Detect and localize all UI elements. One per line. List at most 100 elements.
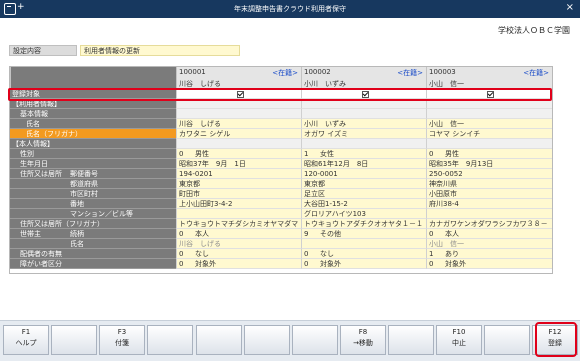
fkey-f10[interactable]: F10 中止 [436,325,482,355]
row-label: 世帯主 [20,230,41,238]
cell-value: 川谷 しげる [179,120,221,128]
grid-cell[interactable]: グロリアハイツ103 [301,209,426,219]
grid-cell[interactable]: コヤマ シンイチ [426,129,552,139]
employee-column-header: 100002 <在籍> 小川 いずみ [301,67,426,89]
fkey-blank[interactable] [388,325,434,355]
grid-cell[interactable]: 小川 いずみ [301,119,426,129]
fkey-number: F8 [358,328,368,336]
grid-cell[interactable]: 東京都 [301,179,426,189]
grid-cell[interactable]: 昭和35年 9月13日 [426,159,552,169]
employee-column-header: 100001 <在籍> 川谷 しげる [176,67,301,89]
fkey-label: →移動 [353,339,373,347]
cell-value: 大谷田1-15-2 [304,200,348,208]
fkey-blank[interactable] [244,325,290,355]
grid-cell[interactable]: 250-0052 [426,169,552,179]
grid-cell[interactable]: オガワ イズミ [301,129,426,139]
grid-cell[interactable]: 昭和61年12月 8日 [301,159,426,169]
cell-value: 対象外 [445,260,466,268]
grid-cell[interactable]: 0 対象外 [176,259,301,269]
fkey-blank[interactable] [484,325,530,355]
grid-cell[interactable]: 0 本人 [176,229,301,239]
cell-code: 0 [179,230,184,238]
grid-cell[interactable]: 0 男性 [176,149,301,159]
row-label: 続柄 [70,230,84,238]
grid-cell[interactable]: 0 男性 [426,149,552,159]
grid-cell[interactable]: トウキョウトマチダシカミオヤマダマ [176,219,301,229]
grid-cell[interactable]: 9 その他 [301,229,426,239]
grid-cell[interactable]: 小田原市 [426,189,552,199]
cell-value: カナガワケンオダワラシフカワ３８－ [429,220,548,228]
grid-cell[interactable]: 1 女性 [301,149,426,159]
cell-code: 0 [304,260,309,268]
grid-cell[interactable]: 川谷 しげる [176,119,301,129]
cell-value: 上小山田町3-4-2 [179,200,233,208]
row-label: 氏名 [70,240,84,248]
grid-cell[interactable]: 東京都 [176,179,301,189]
cell-value: 対象外 [195,260,216,268]
grid-cell[interactable]: 0 なし [301,249,426,259]
cell-value: 250-0052 [429,170,463,178]
grid-cell[interactable]: 0 対象外 [426,259,552,269]
grid-cell[interactable]: カナガワケンオダワラシフカワ３８－ [426,219,552,229]
cell-value: 120-0001 [304,170,338,178]
grid-row: 住所又は居所（フリガナ） トウキョウトマチダシカミオヤマダマ トウキョウトアダチクオ… [10,219,552,229]
company-name: 学校法人ＯＢＣ学園 [498,26,570,35]
grid-cell[interactable]: カワタニ シゲル [176,129,301,139]
cell-value: 昭和61年12月 8日 [304,160,369,168]
grid-cell[interactable]: 0 対象外 [301,259,426,269]
fkey-blank[interactable] [196,325,242,355]
grid-cell[interactable]: 0 本人 [426,229,552,239]
row-label-area: 住所又は居所（フリガナ） [10,219,176,229]
row-label-area: 都道府県 [10,179,176,189]
grid-cell[interactable] [176,209,301,219]
fkey-f3[interactable]: F3 付箋 [99,325,145,355]
grid-cell[interactable]: 大谷田1-15-2 [301,199,426,209]
grid-row: 生年月日 昭和37年 9月 1日 昭和61年12月 8日 昭和35年 9月13日 [10,159,552,169]
cell-value: 昭和35年 9月13日 [429,160,494,168]
fkey-blank[interactable] [292,325,338,355]
grid-cell [301,139,426,149]
grid-cell[interactable]: 小山 信一 [426,119,552,129]
grid-cell[interactable]: トウキョウトアダチクオオヤタ１－１ [301,219,426,229]
cell-code: 1 [304,150,309,158]
grid-cell[interactable]: 小山 信一 [426,239,552,249]
row-label-area: 【本人情報】 [10,139,176,149]
fkey-f1[interactable]: F1 ヘルプ [3,325,49,355]
fkey-f8[interactable]: F8 →移動 [340,325,386,355]
fkey-blank[interactable] [147,325,193,355]
cell-value: オガワ イズミ [304,130,349,138]
grid-row: 氏名 川谷 しげる 小山 信一 [10,239,552,249]
row-label: 性別 [20,150,34,158]
grid-header: 100001 <在籍> 川谷 しげる 100002 <在籍> 小川 いずみ 100003 <在… [10,67,552,89]
status-link[interactable]: <在籍> [523,68,549,78]
cell-code: 0 [429,230,434,238]
grid-cell [176,109,301,119]
cell-value: 男性 [195,150,209,158]
setting-value[interactable]: 利用者情報の更新 [80,45,240,56]
grid-cell[interactable]: 足立区 [301,189,426,199]
grid-cell[interactable]: 120-0001 [301,169,426,179]
grid-row: 【本人情報】 [10,139,552,149]
header-blank [10,67,176,89]
grid-cell[interactable]: 1 あり [426,249,552,259]
title-bar: + 年末調整申告書クラウド利用者保守 × [0,0,580,18]
grid-cell[interactable]: 神奈川県 [426,179,552,189]
grid-cell[interactable]: 府川38-4 [426,199,552,209]
status-link[interactable]: <在籍> [397,68,423,78]
grid-cell[interactable] [301,239,426,249]
grid-cell[interactable]: 194-0201 [176,169,301,179]
grid-row: 氏名 川谷 しげる 小川 いずみ 小山 信一 [10,119,552,129]
grid-cell[interactable]: 0 なし [176,249,301,259]
grid-cell[interactable]: 昭和37年 9月 1日 [176,159,301,169]
row-label-area: 氏名 [10,239,176,249]
status-link[interactable]: <在籍> [272,68,298,78]
fkey-blank[interactable] [51,325,97,355]
row-label: 郵便番号 [70,170,98,178]
grid-cell[interactable]: 町田市 [176,189,301,199]
grid-cell[interactable]: 川谷 しげる [176,239,301,249]
close-icon[interactable]: × [566,2,574,13]
grid-cell[interactable]: 上小山田町3-4-2 [176,199,301,209]
fkey-label: 中止 [452,339,466,347]
grid-cell[interactable] [426,209,552,219]
cell-value: あり [445,250,459,258]
